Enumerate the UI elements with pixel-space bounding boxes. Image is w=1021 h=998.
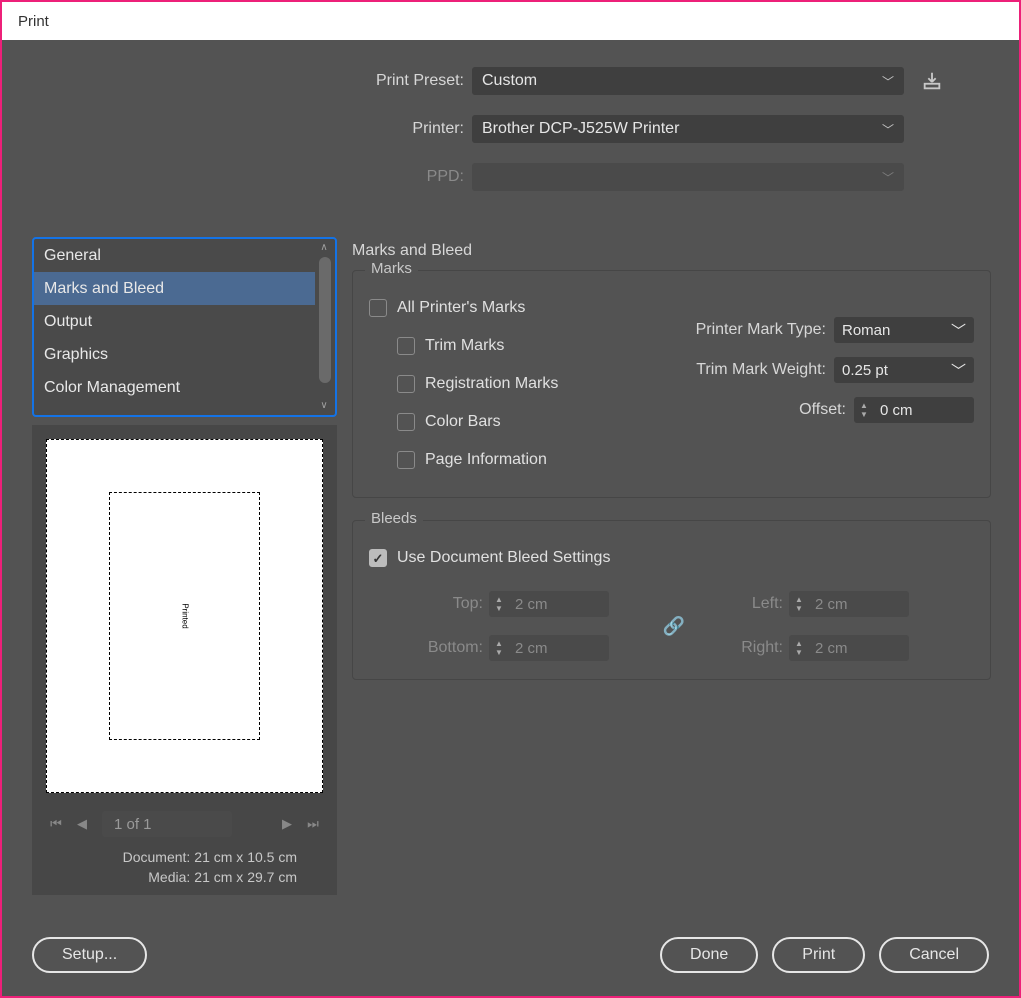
pane-title: Marks and Bleed	[352, 242, 991, 260]
page-number-input[interactable]: 1 of 1	[102, 811, 232, 837]
next-page-icon[interactable]: ▶	[277, 814, 297, 834]
bleeds-legend: Bleeds	[365, 510, 423, 527]
preview-pager: ⏮ ◀ 1 of 1 ▶ ⏭	[46, 811, 323, 837]
page-information-label: Page Information	[425, 451, 547, 469]
all-printers-marks-checkbox[interactable]	[369, 299, 387, 317]
bleed-left-spinner: ▲▼ 2 cm	[789, 591, 909, 617]
bleed-right-label: Right:	[709, 639, 789, 657]
scrollbar-thumb[interactable]	[319, 257, 331, 383]
printer-select[interactable]: Brother DCP-J525W Printer ﹀	[472, 115, 904, 143]
ppd-label: PPD:	[2, 168, 472, 186]
color-bars-label: Color Bars	[425, 413, 501, 431]
scroll-up-icon[interactable]: ∧	[315, 241, 333, 255]
preview-dimensions: Document:21 cm x 10.5 cm Media:21 cm x 2…	[46, 847, 323, 887]
preview-caption: Printed	[180, 603, 189, 628]
spinner-buttons-icon: ▲▼	[789, 591, 809, 617]
marks-legend: Marks	[365, 260, 418, 277]
chevron-down-icon: ﹀	[882, 73, 894, 90]
use-document-bleed-checkbox[interactable]	[369, 549, 387, 567]
bleed-top-label: Top:	[409, 595, 489, 613]
dialog-title: Print	[18, 13, 49, 30]
category-item-marks-and-bleed[interactable]: Marks and Bleed	[34, 272, 315, 305]
last-page-icon[interactable]: ⏭	[303, 814, 323, 834]
save-preset-icon[interactable]	[918, 67, 946, 95]
color-bars-checkbox[interactable]	[397, 413, 415, 431]
preview-inner-rect: Printed	[109, 492, 260, 740]
cancel-button[interactable]: Cancel	[879, 937, 989, 973]
category-item-output[interactable]: Output	[34, 305, 315, 338]
chevron-down-icon: ﹀	[951, 320, 966, 341]
spinner-buttons-icon: ▲▼	[489, 591, 509, 617]
chevron-down-icon: ﹀	[951, 360, 966, 381]
setup-button[interactable]: Setup...	[32, 937, 147, 973]
offset-label: Offset:	[674, 401, 846, 419]
marks-group: Marks All Printer's Marks Trim Marks	[352, 270, 991, 498]
trim-marks-label: Trim Marks	[425, 337, 504, 355]
spinner-buttons-icon: ▲▼	[789, 635, 809, 661]
scroll-down-icon[interactable]: ∨	[315, 399, 333, 413]
trim-marks-checkbox[interactable]	[397, 337, 415, 355]
bleed-right-spinner: ▲▼ 2 cm	[789, 635, 909, 661]
bleed-top-spinner: ▲▼ 2 cm	[489, 591, 609, 617]
printer-value: Brother DCP-J525W Printer	[482, 120, 679, 138]
printer-mark-type-select[interactable]: Roman ﹀	[834, 317, 974, 343]
offset-spinner[interactable]: ▲▼ 0 cm	[854, 397, 974, 423]
prev-page-icon[interactable]: ◀	[72, 814, 92, 834]
dialog-footer: Setup... Done Print Cancel	[2, 932, 1019, 978]
printer-mark-type-label: Printer Mark Type:	[674, 321, 826, 339]
print-preset-label: Print Preset:	[2, 72, 472, 90]
spinner-buttons-icon: ▲▼	[489, 635, 509, 661]
category-item-graphics[interactable]: Graphics	[34, 338, 315, 371]
category-item-color-management[interactable]: Color Management	[34, 371, 315, 404]
print-button[interactable]: Print	[772, 937, 865, 973]
registration-marks-label: Registration Marks	[425, 375, 558, 393]
preset-area: Print Preset: Custom ﹀ Printer: Brother …	[2, 64, 1019, 208]
first-page-icon[interactable]: ⏮	[46, 814, 66, 834]
all-printers-marks-label: All Printer's Marks	[397, 299, 525, 317]
bleeds-group: Bleeds Use Document Bleed Settings Top: …	[352, 520, 991, 680]
print-preset-value: Custom	[482, 72, 537, 90]
bleed-bottom-label: Bottom:	[409, 639, 489, 657]
print-preset-select[interactable]: Custom ﹀	[472, 67, 904, 95]
spinner-buttons-icon[interactable]: ▲▼	[854, 397, 874, 423]
bleed-bottom-spinner: ▲▼ 2 cm	[489, 635, 609, 661]
preview-page: Printed	[46, 439, 323, 793]
category-list[interactable]: General Marks and Bleed Output Graphics …	[32, 237, 337, 417]
registration-marks-checkbox[interactable]	[397, 375, 415, 393]
link-bleed-icon: 🔗	[639, 616, 709, 637]
use-document-bleed-label: Use Document Bleed Settings	[397, 549, 610, 567]
bleed-left-label: Left:	[709, 595, 789, 613]
category-item-general[interactable]: General	[34, 239, 315, 272]
printer-label: Printer:	[2, 120, 472, 138]
trim-mark-weight-label: Trim Mark Weight:	[674, 361, 826, 379]
done-button[interactable]: Done	[660, 937, 758, 973]
chevron-down-icon: ﹀	[882, 121, 894, 138]
page-information-checkbox[interactable]	[397, 451, 415, 469]
dialog-titlebar: Print	[2, 2, 1019, 40]
preview-panel: Printed ⏮ ◀ 1 of 1 ▶ ⏭ Document:21 cm x …	[32, 425, 337, 895]
chevron-down-icon: ﹀	[882, 169, 894, 186]
ppd-select: ﹀	[472, 163, 904, 191]
trim-mark-weight-select[interactable]: 0.25 pt ﹀	[834, 357, 974, 383]
category-scrollbar[interactable]: ∧ ∨	[315, 241, 333, 413]
